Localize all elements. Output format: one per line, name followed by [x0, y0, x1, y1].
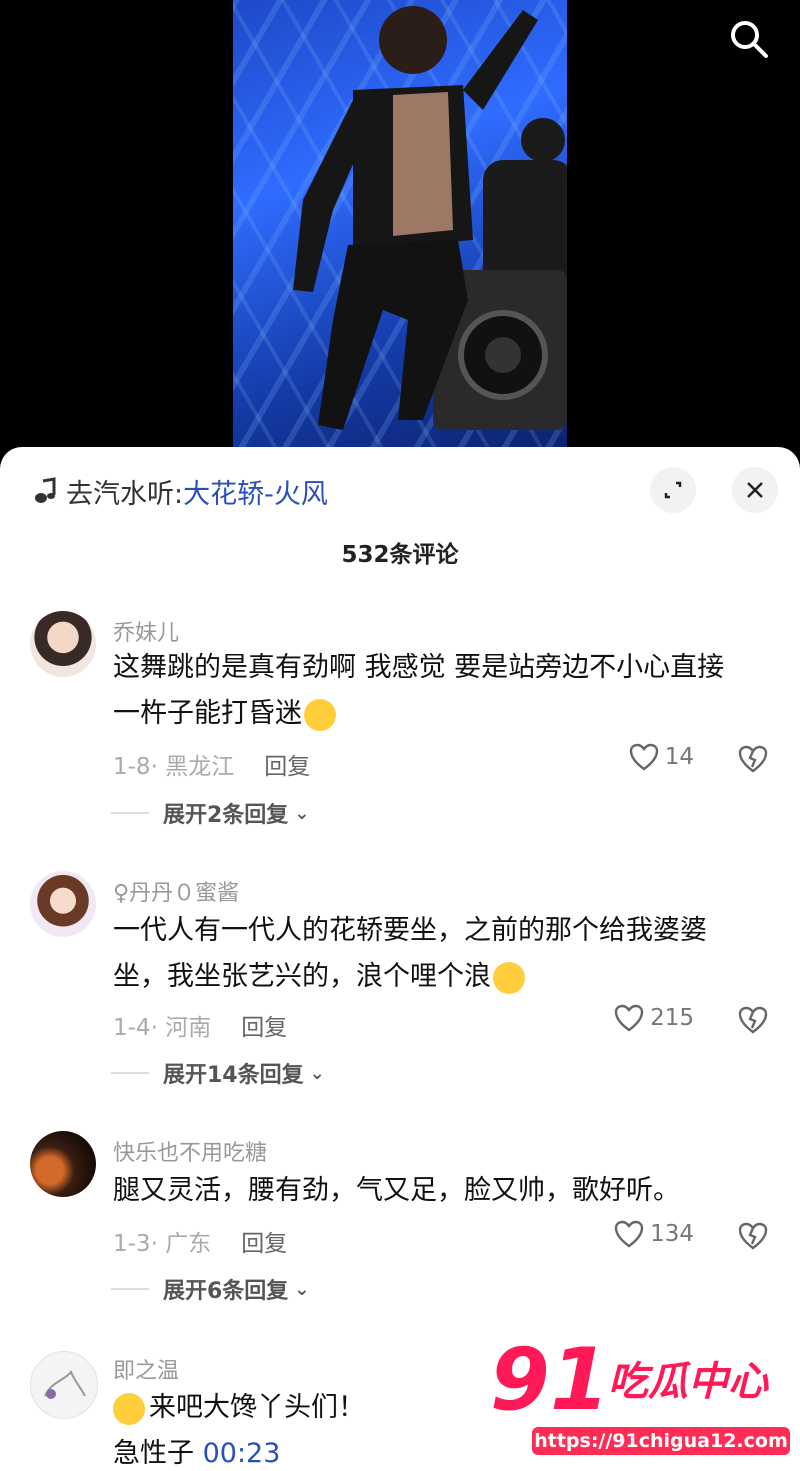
comment-date-location: 1-3· 广东 — [113, 1231, 212, 1257]
expand-replies[interactable]: 展开6条回复 ⌄ — [111, 1273, 310, 1305]
comment-text-line: 一代人有一代人的花轿要坐，之前的那个给我婆婆 — [113, 915, 707, 946]
video-frame — [233, 0, 567, 470]
comment-text-line: 坐，我坐张艺兴的，浪个哩个浪 — [113, 961, 491, 992]
reply-button[interactable]: 回复 — [264, 747, 310, 781]
comment-meta: 1-3· 广东 回复 — [113, 1224, 287, 1258]
like-button[interactable]: 134 — [614, 1220, 694, 1248]
comment-count: 532条评论 — [341, 542, 459, 568]
chevron-down-icon: ⌄ — [294, 1278, 310, 1300]
search-icon[interactable] — [728, 18, 770, 60]
comment-date-location: 1-4· 河南 — [113, 1015, 212, 1041]
comment-username[interactable]: 即之温 — [113, 1353, 179, 1385]
smile-emoji-icon — [113, 1392, 145, 1425]
close-button[interactable] — [732, 467, 778, 513]
comment-username[interactable]: 快乐也不用吃糖 — [113, 1135, 267, 1167]
comment-text-line: 腿又灵活，腰有劲，气又足，脸又帅，歌好听。 — [113, 1175, 680, 1206]
broken-heart-icon — [738, 745, 768, 773]
comment-text: 一代人有一代人的花轿要坐，之前的那个给我婆婆 坐，我坐张艺兴的，浪个哩个浪 — [113, 908, 763, 1000]
heart-icon — [614, 1004, 644, 1032]
comment-sheet: 去汽水听: 大花轿-火风 532条评论 乔妹儿 这舞跳的是真有劲啊 我感觉 要是… — [0, 447, 800, 1471]
tongue-out-emoji-icon — [493, 961, 525, 994]
avatar[interactable] — [30, 871, 96, 937]
music-prefix: 去汽水听: — [66, 478, 184, 510]
comment-username[interactable]: 乔妹儿 — [113, 615, 179, 647]
reply-button[interactable]: 回复 — [241, 1224, 287, 1258]
expand-replies-label: 展开6条回复 — [163, 1279, 289, 1304]
comment-text-line: 来吧大馋丫头们！ — [149, 1392, 365, 1423]
dancer-figure — [293, 6, 567, 430]
comment-text-line: 急性子 — [113, 1438, 203, 1469]
music-link[interactable]: 去汽水听: 大花轿-火风 — [34, 471, 328, 511]
close-icon — [747, 482, 763, 498]
laugh-cry-emoji-icon — [304, 698, 336, 731]
music-song[interactable]: 大花轿-火风 — [183, 472, 328, 511]
like-count: 14 — [664, 744, 694, 770]
timestamp-link[interactable]: 00:23 — [203, 1438, 281, 1469]
comment-text: 腿又灵活，腰有劲，气又足，脸又帅，歌好听。 — [113, 1168, 763, 1214]
watermark-url: https://91chigua12.com — [532, 1427, 790, 1455]
broken-heart-icon — [738, 1222, 768, 1250]
heart-icon — [614, 1220, 644, 1248]
expand-replies[interactable]: 展开14条回复 ⌄ — [111, 1057, 325, 1089]
comment-meta: 1-8· 黑龙江 回复 — [113, 747, 310, 781]
watermark-logo: 91 — [490, 1330, 610, 1430]
avatar[interactable] — [30, 1131, 96, 1197]
dislike-button[interactable] — [738, 1006, 768, 1038]
chevron-down-icon: ⌄ — [309, 1062, 325, 1084]
comment-meta: 1-4· 河南 回复 — [113, 1008, 287, 1042]
comment-username[interactable]: ♀丹丹０蜜酱 — [113, 875, 239, 907]
chevron-down-icon: ⌄ — [294, 802, 310, 824]
expand-icon — [664, 481, 682, 499]
expand-button[interactable] — [650, 467, 696, 513]
avatar[interactable] — [30, 611, 96, 677]
like-button[interactable]: 215 — [614, 1004, 694, 1032]
comment-text: 这舞跳的是真有劲啊 我感觉 要是站旁边不小心直接 一杵子能打昏迷 — [113, 645, 763, 737]
heart-icon — [629, 743, 658, 771]
broken-heart-icon — [738, 1006, 768, 1034]
video-player[interactable] — [0, 0, 800, 470]
watermark-name: 吃瓜中心 — [608, 1359, 768, 1405]
music-note-icon — [34, 477, 58, 505]
reply-button[interactable]: 回复 — [241, 1008, 287, 1042]
avatar[interactable] — [30, 1351, 98, 1419]
like-count: 215 — [650, 1005, 694, 1031]
comment-text-line: 这舞跳的是真有劲啊 我感觉 要是站旁边不小心直接 — [113, 652, 725, 683]
expand-replies-label: 展开2条回复 — [163, 803, 289, 828]
dislike-button[interactable] — [738, 1222, 768, 1254]
comment-text-line: 一杵子能打昏迷 — [113, 698, 302, 729]
watermark: 91 吃瓜中心 https://91chigua12.com — [490, 1335, 790, 1463]
expand-replies[interactable]: 展开2条回复 ⌄ — [111, 797, 310, 829]
like-count: 134 — [650, 1221, 694, 1247]
comment-date-location: 1-8· 黑龙江 — [113, 754, 235, 780]
like-button[interactable]: 14 — [629, 743, 694, 771]
expand-replies-label: 展开14条回复 — [163, 1063, 304, 1088]
dislike-button[interactable] — [738, 745, 768, 777]
